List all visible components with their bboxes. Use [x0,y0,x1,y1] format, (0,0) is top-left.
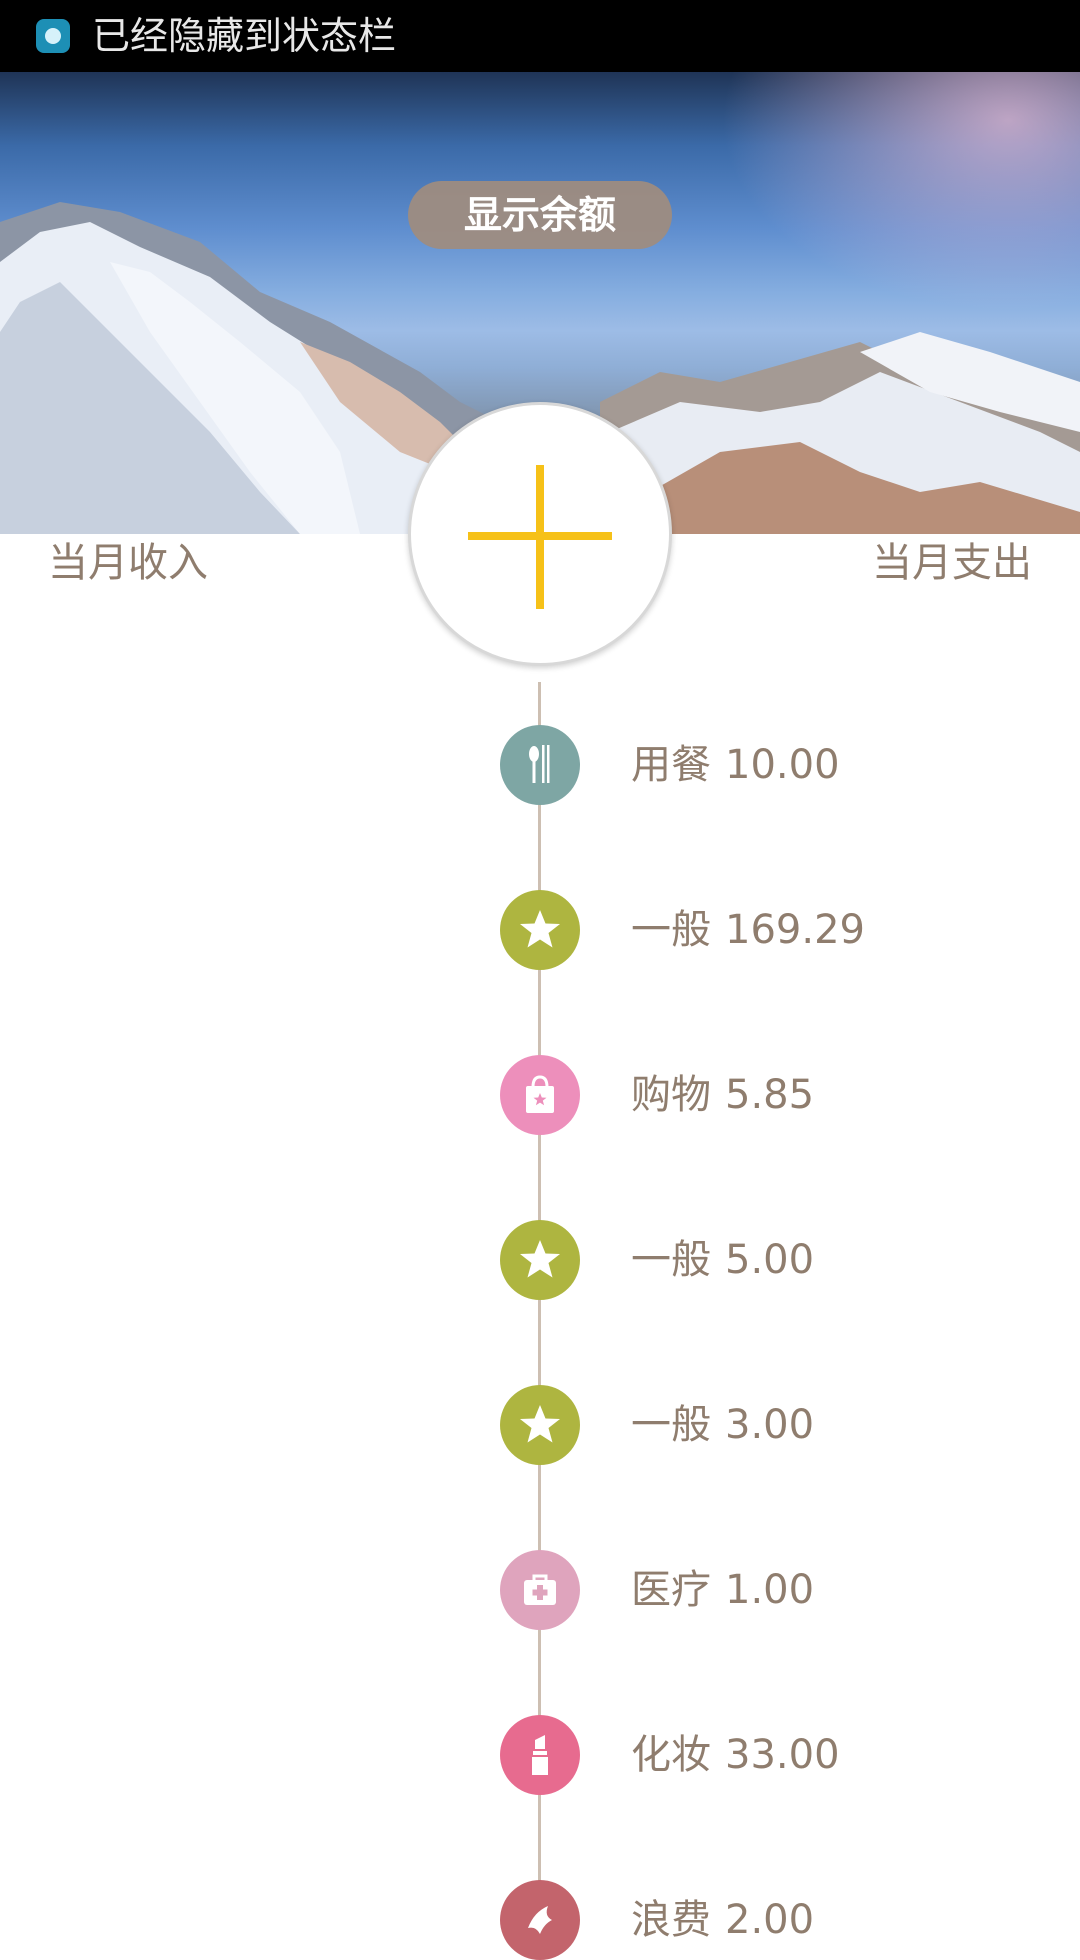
entry-category: 一般 [631,1402,711,1448]
entry-amount: 5.00 [725,1237,815,1283]
timeline-entry[interactable]: 购物 5.85 [500,1055,1080,1135]
shopping-bag-icon [500,1055,580,1135]
entry-amount: 10.00 [725,742,840,788]
entry-category: 一般 [631,907,711,953]
entry-amount: 3.00 [725,1402,815,1448]
expense-timeline: 用餐 10.00 一般 169.29 购物 5.85 一般 5.00 一般 3.… [0,0,1080,1960]
timeline-entry[interactable]: 一般 169.29 [500,890,1080,970]
waste-icon [500,1880,580,1960]
timeline-entry[interactable]: 一般 5.00 [500,1220,1080,1300]
star-icon [500,890,580,970]
entry-category: 一般 [631,1237,711,1283]
entry-category: 购物 [631,1072,711,1118]
timeline-entry[interactable]: 用餐 10.00 [500,725,1080,805]
dining-icon [500,725,580,805]
entry-category: 浪费 [631,1897,711,1943]
medical-kit-icon [500,1550,580,1630]
entry-amount: 1.00 [725,1567,815,1613]
entry-amount: 5.85 [725,1072,815,1118]
timeline-entry[interactable]: 一般 3.00 [500,1385,1080,1465]
timeline-entry[interactable]: 浪费 2.00 [500,1880,1080,1960]
timeline-entry[interactable]: 医疗 1.00 [500,1550,1080,1630]
entry-category: 用餐 [631,742,711,788]
entry-amount: 2.00 [725,1897,815,1943]
entry-category: 医疗 [631,1567,711,1613]
star-icon [500,1220,580,1300]
star-icon [500,1385,580,1465]
timeline-entry[interactable]: 化妆 33.00 [500,1715,1080,1795]
entry-amount: 33.00 [725,1732,840,1778]
lipstick-icon [500,1715,580,1795]
entry-amount: 169.29 [725,907,865,953]
entry-category: 化妆 [631,1732,711,1778]
